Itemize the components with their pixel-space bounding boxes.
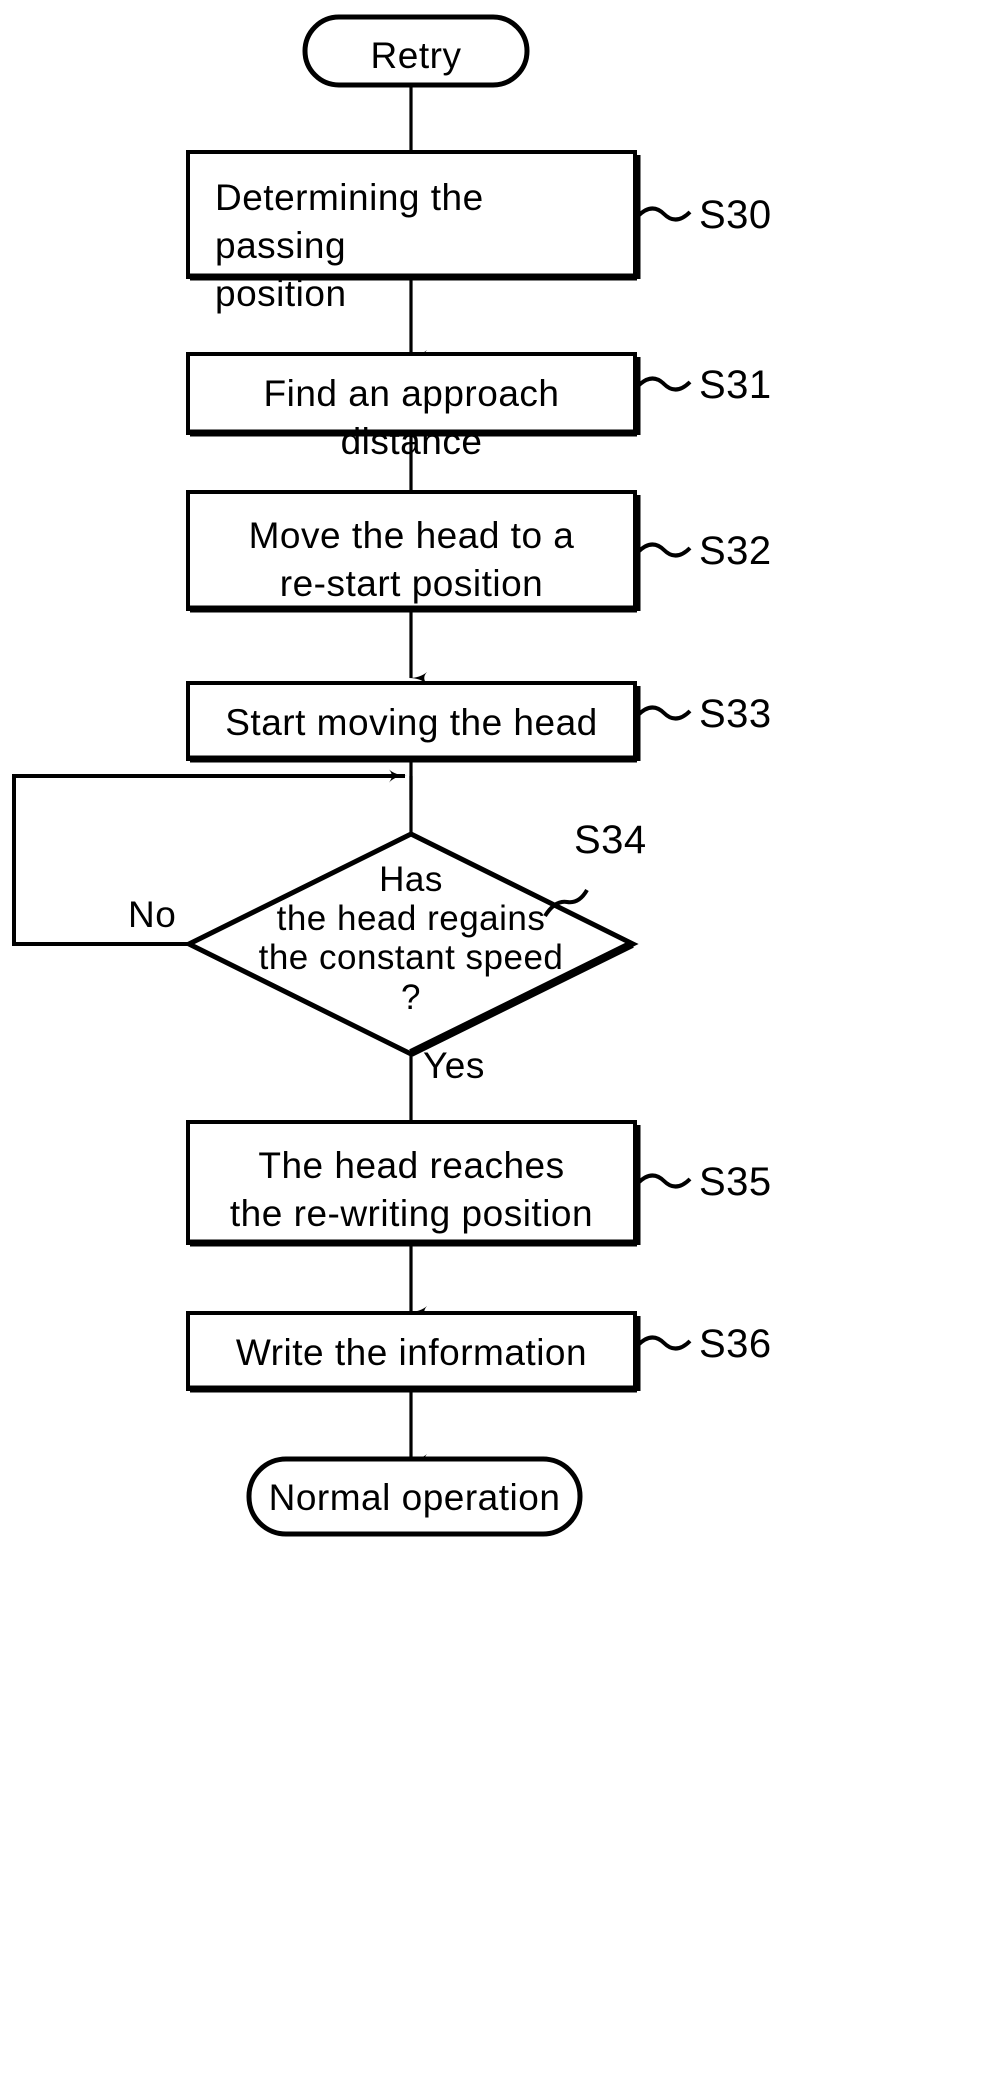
node-s30[interactable] (188, 152, 637, 279)
step-ref-s36: S36 (699, 1322, 772, 1366)
ref-leader-s33 (636, 705, 692, 721)
ref-leader-s36 (636, 1335, 692, 1351)
step-ref-s33: S33 (699, 692, 772, 736)
node-s31[interactable] (188, 354, 637, 435)
flowchart-figure: Retry Determining the passing position F… (0, 0, 1000, 2093)
ref-leader-s31 (636, 376, 692, 392)
ref-leader-s30 (636, 206, 692, 222)
node-s33[interactable] (188, 683, 637, 761)
node-s35[interactable] (188, 1122, 637, 1245)
step-ref-s30: S30 (699, 193, 772, 237)
node-s34[interactable] (189, 834, 633, 1054)
node-s32[interactable] (188, 492, 637, 611)
node-end[interactable] (249, 1459, 580, 1534)
node-s36[interactable] (188, 1313, 637, 1391)
step-ref-s31: S31 (699, 363, 772, 407)
branch-label-no: No (128, 894, 177, 935)
node-start[interactable] (305, 17, 527, 85)
ref-leader-s32 (636, 542, 692, 558)
step-ref-s32: S32 (699, 529, 772, 573)
ref-leader-s35 (636, 1173, 692, 1189)
step-ref-s35: S35 (699, 1160, 772, 1204)
